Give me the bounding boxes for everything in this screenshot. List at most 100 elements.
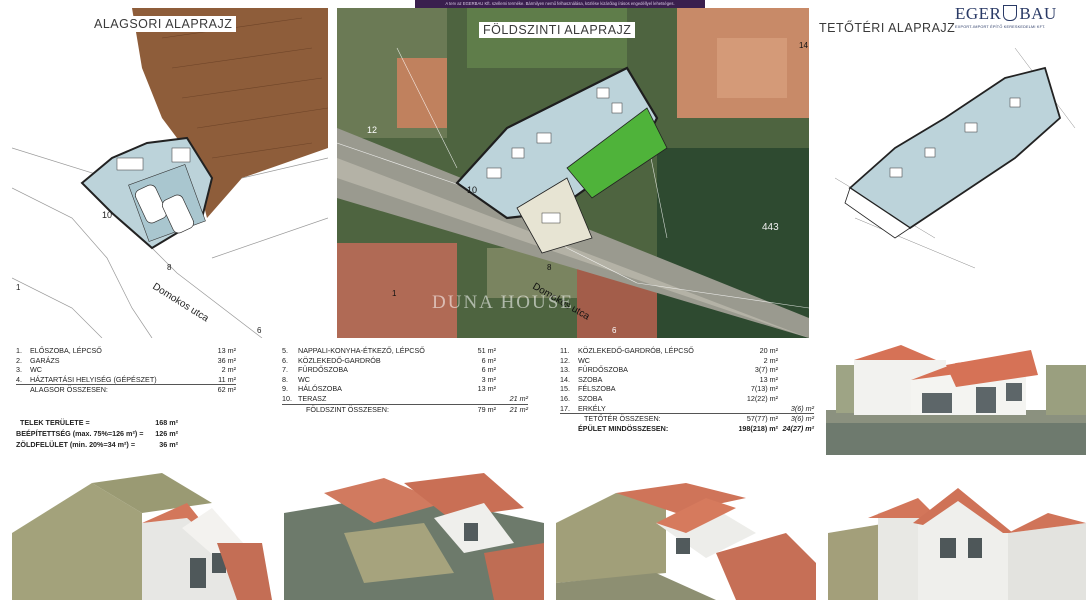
ground-total-row: FÖLDSZINT ÖSSZESEN: 79 m² 21 m² [306, 404, 528, 414]
lot-number-14: 14 [799, 41, 808, 50]
lot-number-10: 10 [467, 185, 477, 195]
basement-total-row: ALAGSOR ÖSSZESEN: 62 m² [30, 385, 236, 395]
room-area: 51 m² [477, 346, 496, 355]
attic-total-row: TETŐTÉR ÖSSZESEN: 57(77) m² 3(6) m² [584, 414, 814, 424]
lot-number-12: 12 [367, 125, 377, 135]
room-row: 5. NAPPALI-KONYHA-ÉTKEZŐ, LÉPCSŐ 51 m² [282, 346, 528, 356]
room-number: 10. [282, 393, 292, 403]
render-view-4 [828, 463, 1086, 600]
room-row: 11. KÖZLEKEDŐ-GARDRÓB, LÉPCSŐ 20 m² [560, 346, 814, 356]
room-row: 17. ERKÉLY 3(6) m² [560, 404, 814, 415]
room-row: 16. SZOBA 12(22) m² [560, 394, 814, 404]
room-row: 13. FÜRDŐSZOBA 3(7) m² [560, 365, 814, 375]
room-name: ERKÉLY [578, 403, 606, 413]
lot-number-8: 8 [167, 263, 172, 272]
logo-text-bau: BAU [1019, 4, 1057, 23]
room-row: 2. GARÁZS 36 m² [16, 356, 236, 366]
room-name: GARÁZS [30, 355, 60, 365]
room-area: 2 m² [763, 355, 778, 365]
watermark: DUNA HOUSE [432, 292, 574, 313]
stat-plot-area-value: 168 m² [155, 418, 178, 427]
egerbau-logo: EGER BAU EXPORT-IMPORT ÉPÍTŐ KERESKEDELMI… [955, 4, 1067, 36]
ground-plan-title: FÖLDSZINTI ALAPRAJZ [479, 22, 636, 38]
room-row: 7. FÜRDŐSZOBA 6 m² [282, 365, 528, 375]
room-area: 20 m² [759, 346, 778, 355]
lot-number-1: 1 [16, 283, 21, 292]
room-name: FÜRDŐSZOBA [578, 365, 628, 375]
room-area: 13 m² [759, 374, 778, 384]
stat-built-ratio: BEÉPÍTETTSÉG (max. 75%=126 m²) = [16, 429, 144, 438]
lot-number-6: 6 [612, 326, 617, 335]
room-number: 8. [282, 374, 288, 384]
room-number: 14. [560, 374, 570, 384]
room-row: 4. HÁZTARTÁSI HELYISÉG (GÉPÉSZET) 11 m² [16, 375, 236, 386]
logo-emblem-icon [1003, 5, 1018, 21]
ground-room-table: 5. NAPPALI-KONYHA-ÉTKEZŐ, LÉPCSŐ 51 m² 6. KÖ… [282, 346, 528, 414]
room-area: 7(13) m² [750, 384, 778, 394]
room-name: HÁZTARTÁSI HELYISÉG (GÉPÉSZET) [30, 374, 157, 384]
room-extra-area: 21 m² [509, 393, 528, 403]
lot-number-10: 10 [102, 210, 112, 220]
room-row: 15. FÉLSZOBA 7(13) m² [560, 384, 814, 394]
copyright-banner: A terv az EGERBAU Kft. szellemi terméke.… [415, 0, 705, 8]
room-name: SZOBA [578, 393, 603, 403]
render-front-elevation [826, 305, 1086, 455]
room-name: KÖZLEKEDŐ-GARDRÓB [298, 355, 381, 365]
attic-plan-drawing [834, 47, 1076, 269]
room-name: HÁLÓSZOBA [298, 384, 342, 394]
room-number: 17. [560, 403, 570, 413]
render-front-drawing [826, 305, 1086, 455]
room-area: 11 m² [218, 374, 236, 384]
stat-green-area-value: 36 m² [159, 440, 178, 449]
room-area: 36 m² [217, 355, 236, 365]
room-number: 3. [16, 365, 22, 375]
render-view-4-drawing [828, 488, 1086, 600]
room-row: 9. HÁLÓSZOBA 13 m² [282, 384, 528, 394]
render-view-2 [284, 463, 544, 600]
render-view-1-drawing [12, 473, 272, 600]
render-view-3-drawing [556, 483, 816, 600]
basement-room-table: 1. ELŐSZOBA, LÉPCSŐ 13 m² 2. GARÁZS 36 m² 3. WC… [16, 346, 236, 395]
room-number: 6. [282, 355, 288, 365]
room-name: KÖZLEKEDŐ-GARDRÓB, LÉPCSŐ [578, 346, 694, 355]
room-row: 1. ELŐSZOBA, LÉPCSŐ 13 m² [16, 346, 236, 356]
stat-green-area: ZÖLDFELÜLET (min. 20%=34 m²) = [16, 440, 136, 449]
site-statistics: TELEK TERÜLETE = 168 m² BEÉPÍTETTSÉG (ma… [16, 418, 178, 452]
room-name: FÜRDŐSZOBA [298, 365, 348, 375]
room-name: SZOBA [578, 374, 603, 384]
room-row: 3. WC 2 m² [16, 365, 236, 375]
lot-number-443: 443 [762, 222, 779, 233]
render-view-3 [556, 463, 816, 600]
room-name: WC [30, 365, 42, 375]
room-number: 5. [282, 346, 288, 355]
room-area: 6 m² [481, 365, 496, 375]
room-number: 16. [560, 393, 570, 403]
room-area: 13 m² [477, 384, 496, 394]
room-area: 12(22) m² [746, 393, 778, 403]
lot-number-6: 6 [257, 326, 262, 335]
room-row: 10. TERASZ 21 m² [282, 394, 528, 405]
room-extra-area: 3(6) m² [790, 403, 814, 413]
room-row: 12. WC 2 m² [560, 356, 814, 366]
grand-total-row: ÉPÜLET MINDÖSSZESEN: 198(218) m² 24(27) … [578, 423, 814, 433]
room-row: 8. WC 3 m² [282, 375, 528, 385]
room-number: 7. [282, 365, 288, 375]
room-name: NAPPALI-KONYHA-ÉTKEZŐ, LÉPCSŐ [298, 346, 425, 355]
room-number: 1. [16, 346, 22, 355]
room-number: 9. [282, 384, 288, 394]
room-area: 13 m² [217, 346, 236, 355]
room-area: 3(7) m² [754, 365, 778, 375]
logo-tagline: EXPORT-IMPORT ÉPÍTŐ KERESKEDELMI KFT. [955, 25, 1046, 29]
room-name: TERASZ [298, 393, 327, 403]
room-name: FÉLSZOBA [578, 384, 616, 394]
room-number: 4. [16, 374, 22, 384]
room-number: 11. [560, 346, 570, 355]
basement-plan-title: ALAGSORI ALAPRAJZ [90, 16, 237, 32]
room-number: 13. [560, 365, 570, 375]
room-area: 3 m² [481, 374, 496, 384]
ground-plan-drawing: 12 10 8 6 1 443 14 Domokos utca DUNA HOU… [337, 8, 809, 338]
room-number: 12. [560, 355, 570, 365]
room-row: 14. SZOBA 13 m² [560, 375, 814, 385]
basement-plan-drawing: 10 8 6 1 Domokos utca [12, 8, 328, 338]
logo-text-eger: EGER [955, 4, 1002, 23]
